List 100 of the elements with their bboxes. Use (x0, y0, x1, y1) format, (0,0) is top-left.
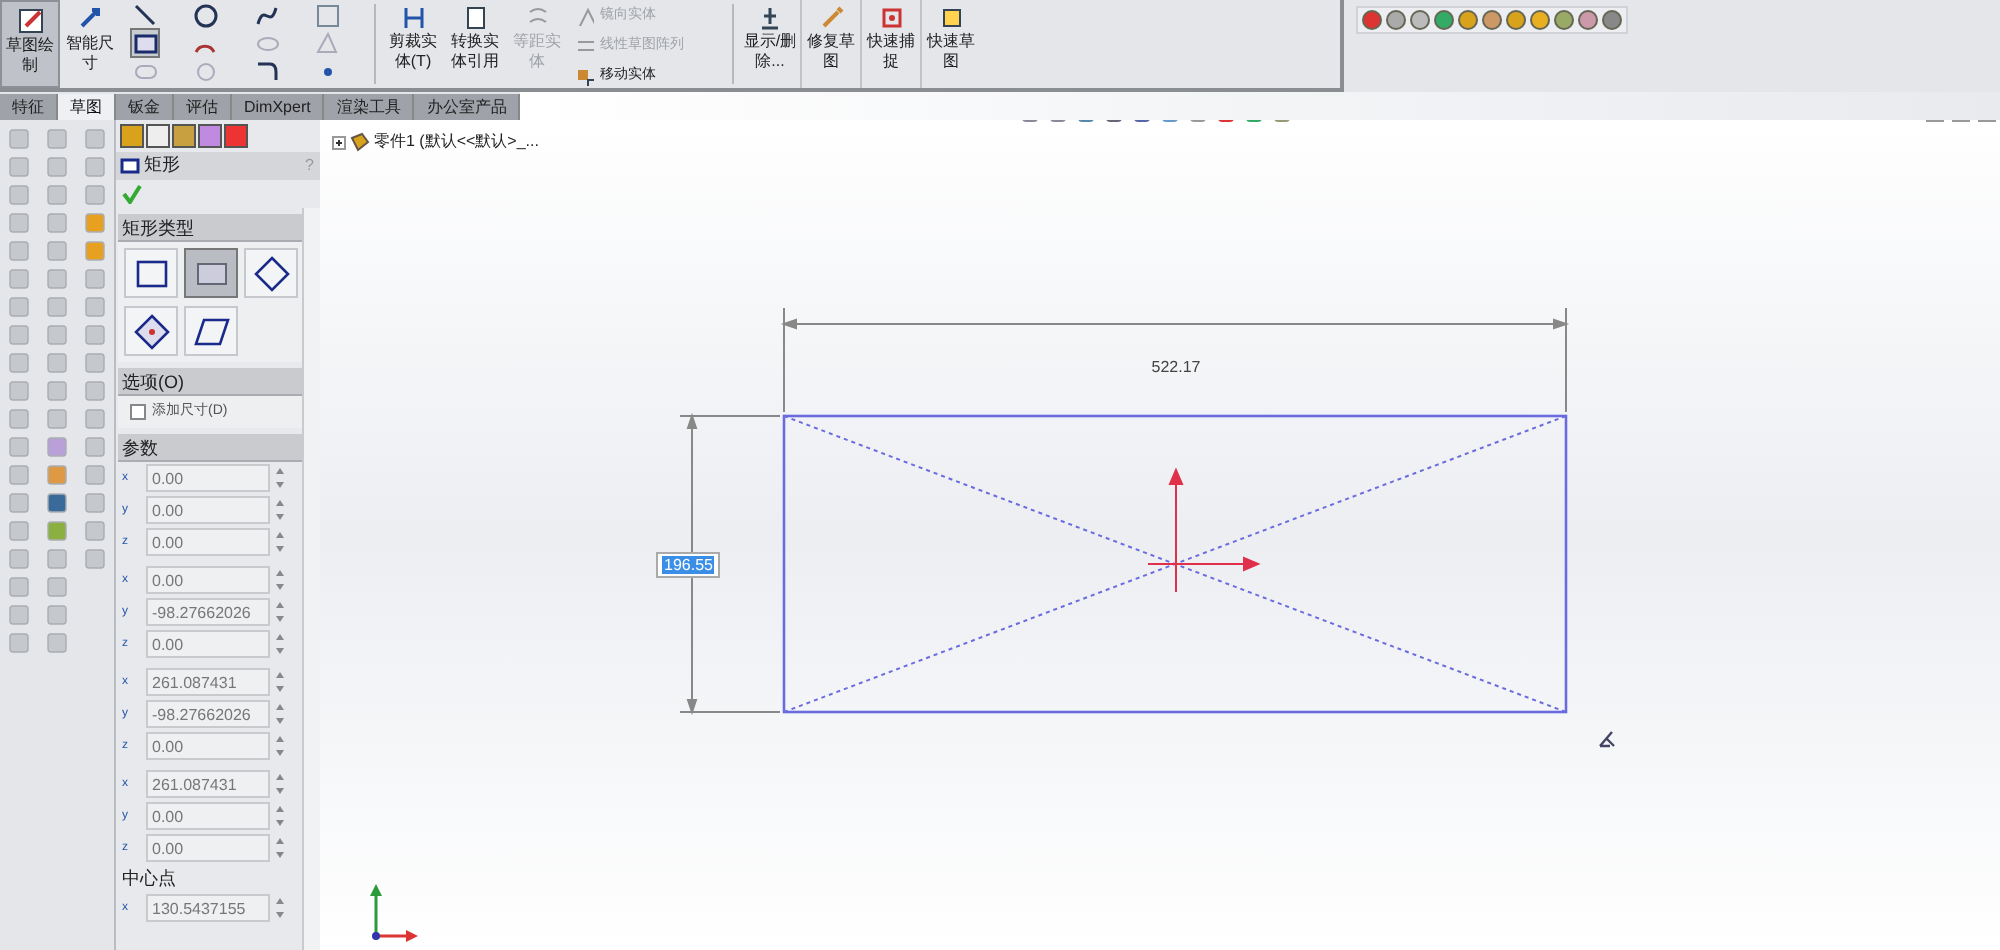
tab[interactable]: 钣金 (116, 94, 174, 120)
expand-icon (332, 135, 346, 149)
ribbon-button[interactable]: 快速捕捉 (860, 0, 920, 88)
tool-icon (84, 240, 106, 262)
tool-icon (8, 436, 30, 458)
section-header[interactable]: 选项(O) (118, 368, 302, 396)
tool-icon (46, 408, 68, 430)
tree-item[interactable]: 零件1 (默认<<默认>_... (374, 130, 539, 154)
tab[interactable]: 办公室产品 (414, 94, 521, 120)
rectangle-icon[interactable] (132, 30, 158, 56)
rectangle-type-button[interactable] (184, 306, 238, 356)
panel-tab-icon[interactable] (120, 124, 144, 148)
ribbon-button[interactable]: 转换实体引用 (444, 0, 506, 88)
ribbon-button[interactable]: 草图绘制 (0, 0, 60, 88)
tool-icon (46, 632, 68, 654)
move-icon (574, 66, 594, 86)
spin-arrows-icon (274, 530, 286, 554)
tool-icon (46, 604, 68, 626)
rectangle-type-button[interactable] (244, 248, 298, 298)
number-field[interactable]: 0.00 (146, 464, 270, 492)
number-field[interactable]: -98.27662026 (146, 598, 270, 626)
ribbon-button: 等距实体 (506, 0, 568, 88)
spline-icon[interactable] (253, 2, 279, 28)
dimension-field[interactable]: 196.55 (656, 552, 721, 578)
tab[interactable]: 评估 (174, 94, 232, 120)
tool-icon (8, 240, 30, 262)
number-field[interactable]: 261.087431 (146, 668, 270, 696)
ribbon-button[interactable]: 显示/删除... (740, 0, 800, 88)
origin-arrows-icon (1147, 467, 1261, 593)
spin-arrows-icon (274, 670, 286, 694)
spin-arrows-icon (274, 466, 286, 490)
tool-icon (8, 296, 30, 318)
ribbon-button[interactable]: 智能尺寸 (60, 0, 120, 88)
spin-arrows-icon (274, 702, 286, 726)
spin-arrows-icon (274, 600, 286, 624)
tool-icon (8, 520, 30, 542)
tool-icon (46, 324, 68, 346)
number-field[interactable]: 0.00 (146, 566, 270, 594)
ribbon-button[interactable]: 快速草图 (920, 0, 980, 88)
tool-icon (8, 184, 30, 206)
tool-icon (84, 464, 106, 486)
tool-icon (8, 324, 30, 346)
panel-tab-icon (198, 124, 222, 148)
section-header[interactable]: 矩形类型 (118, 214, 302, 242)
tool-icon (84, 548, 106, 570)
number-field[interactable]: 0.00 (146, 528, 270, 556)
fillet-icon[interactable] (253, 58, 279, 84)
tab[interactable]: DimXpert (232, 94, 325, 120)
number-field[interactable]: 0.00 (146, 834, 270, 862)
spin-arrows-icon (274, 568, 286, 592)
tool-icon (8, 548, 30, 570)
tab[interactable]: 特征 (0, 94, 58, 120)
tool-icon (84, 296, 106, 318)
tab[interactable]: 渲染工具 (324, 94, 415, 120)
tool-icon (84, 520, 106, 542)
mirror-icon (574, 6, 594, 26)
section-header[interactable]: 参数 (118, 434, 302, 462)
rectangle-icon (120, 156, 140, 176)
sketch-rectangle[interactable] (782, 414, 1568, 714)
checkbox[interactable] (130, 404, 146, 420)
scroll-bar[interactable] (302, 208, 320, 950)
tool-icon (8, 380, 30, 402)
tool-icon (84, 436, 106, 458)
tool-icon (84, 156, 106, 178)
spin-arrows-icon (274, 772, 286, 796)
tool-icon (46, 548, 68, 570)
tool-icon (84, 184, 106, 206)
tool-icon (46, 380, 68, 402)
number-field[interactable]: 130.5437155 (146, 894, 270, 922)
section-label: 中心点 (120, 866, 178, 892)
tool-icon (8, 464, 30, 486)
rectangle-type-button[interactable] (124, 306, 178, 356)
tool-icon (46, 296, 68, 318)
tool-icon (8, 408, 30, 430)
spin-arrows-icon (274, 836, 286, 860)
tool-icon (84, 352, 106, 374)
circle-icon[interactable] (192, 2, 219, 28)
tool-icon (84, 408, 106, 430)
dimension-value[interactable]: 522.17 (1151, 358, 1201, 376)
ribbon-button[interactable]: 修复草图 (800, 0, 860, 88)
number-field[interactable]: 0.00 (146, 496, 270, 524)
tool-icon (46, 464, 68, 486)
panel-title: 矩形 (144, 152, 182, 179)
tab[interactable]: 草图 (58, 94, 116, 120)
number-field[interactable]: -98.27662026 (146, 700, 270, 728)
tool-icon (8, 268, 30, 290)
tool-icon (46, 576, 68, 598)
number-field[interactable]: 0.00 (146, 732, 270, 760)
spin-arrows-icon (274, 498, 286, 522)
ribbon-button[interactable]: 剪裁实体(T) (382, 0, 444, 88)
sketch-pencil-icon (15, 6, 45, 36)
pattern-icon (574, 36, 594, 56)
number-field[interactable]: 0.00 (146, 802, 270, 830)
tool-icon (46, 436, 68, 458)
rectangle-type-button[interactable] (124, 248, 178, 298)
repair-icon (817, 4, 845, 32)
number-field[interactable]: 0.00 (146, 630, 270, 658)
snap-icon (877, 4, 905, 32)
number-field[interactable]: 261.087431 (146, 770, 270, 798)
line-icon[interactable] (132, 2, 158, 28)
